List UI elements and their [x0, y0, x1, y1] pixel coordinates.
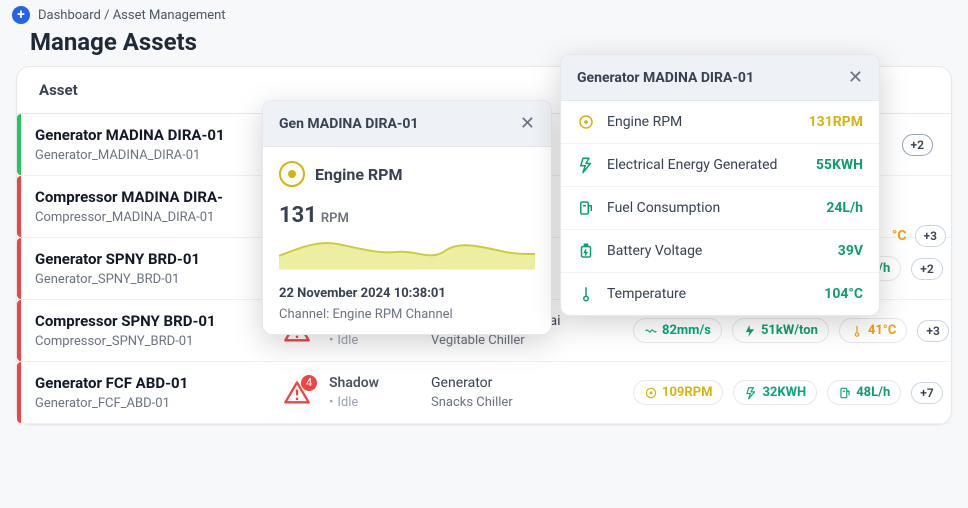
asset-code: Compressor_SPNY_BRD-01 [35, 334, 265, 349]
rpm-icon [577, 113, 595, 131]
asset-name-cell: Generator SPNY BRD-01 Generator_SPNY_BRD… [35, 250, 265, 287]
metric-pill[interactable]: 109RPM [633, 380, 723, 405]
detail-label: Fuel Consumption [607, 200, 814, 216]
energy-icon [744, 386, 758, 400]
detail-row: Battery Voltage 39V [561, 230, 879, 273]
plus-icon[interactable]: + [12, 6, 30, 24]
temp-icon [577, 285, 595, 303]
metrics-cell: +2 [902, 134, 933, 156]
asset-code: Compressor_MADINA_DIRA-01 [35, 210, 265, 225]
detail-value: 131RPM [809, 114, 863, 130]
row2-overflow: °C +3 [892, 225, 946, 247]
metrics-cell: 82mm/s 51kW/ton 41°C +3 [633, 318, 949, 343]
detail-value: 55KWH [816, 157, 863, 173]
more-badge[interactable]: +2 [911, 258, 942, 280]
metric-pill-value: 41°C [868, 323, 897, 338]
detail-label: Engine RPM [607, 114, 797, 130]
metric-pill[interactable]: 48L/h [827, 380, 901, 405]
asset-name-cell: Compressor MADINA DIRA- Compressor_MADIN… [35, 188, 265, 225]
table-row[interactable]: Generator FCF ABD-01 Generator_FCF_ABD-0… [17, 362, 951, 424]
breadcrumb-leaf[interactable]: Asset Management [113, 8, 226, 23]
asset-code: Generator_FCF_ABD-01 [35, 396, 265, 411]
popover-title: Gen MADINA DIRA-01 [279, 116, 418, 132]
metric-pill[interactable]: 32KWH [733, 380, 817, 405]
metric-pill[interactable]: 82mm/s [633, 318, 722, 343]
metric-popover: Gen MADINA DIRA-01 ✕ Engine RPM 131RPM 2… [262, 100, 552, 335]
topbar: + Dashboard / Asset Management [0, 0, 968, 26]
metric-value: 131RPM [279, 203, 535, 228]
asset-name: Generator MADINA DIRA-01 [35, 126, 265, 144]
shadow-state: Idle [329, 395, 419, 410]
detail-row: Engine RPM 131RPM [561, 101, 879, 144]
fuel-icon [577, 199, 595, 217]
asset-name: Compressor SPNY BRD-01 [35, 312, 265, 330]
detail-value: 39V [838, 243, 863, 259]
metric-pill-value: 109RPM [662, 385, 712, 400]
metric-pill-value: 82mm/s [662, 323, 711, 338]
alert-icon[interactable]: 4 [283, 379, 311, 407]
rpm-icon [644, 386, 658, 400]
shadow-cell: Shadow Idle [329, 375, 419, 410]
temp-fragment: °C [892, 228, 907, 244]
metric-channel: Channel: Engine RPM Channel [279, 307, 535, 322]
group-cell: Generator Snacks Chiller [431, 375, 621, 410]
shadow-state: Idle [329, 333, 419, 348]
metric-timestamp: 22 November 2024 10:38:01 [279, 286, 535, 301]
vib-icon [644, 324, 658, 338]
popover-header: Generator MADINA DIRA-01 ✕ [561, 55, 879, 101]
detail-value: 104°C [824, 286, 863, 302]
shadow-label: Shadow [329, 375, 419, 391]
alert-count: 4 [301, 375, 317, 391]
more-badge[interactable]: +3 [915, 225, 946, 247]
breadcrumb[interactable]: Dashboard / Asset Management [38, 8, 226, 23]
metric-pill-value: 48L/h [856, 385, 890, 400]
group-name: Generator [431, 375, 621, 391]
metric-label: Engine RPM [315, 165, 403, 184]
sparkline-chart [279, 228, 535, 270]
energy-icon [577, 156, 595, 174]
batt-icon [577, 242, 595, 260]
bolt-icon [743, 324, 757, 338]
asset-name-cell: Compressor SPNY BRD-01 Compressor_SPNY_B… [35, 312, 265, 349]
metric-header: Engine RPM [279, 161, 535, 187]
breadcrumb-root[interactable]: Dashboard [38, 8, 101, 23]
group-sub: Snacks Chiller [431, 395, 621, 410]
asset-code: Generator_MADINA_DIRA-01 [35, 148, 265, 163]
metric-pill-value: 32KWH [762, 385, 806, 400]
close-icon[interactable]: ✕ [520, 113, 535, 134]
metric-pill[interactable]: 51kW/ton [732, 318, 829, 343]
popover-title: Generator MADINA DIRA-01 [577, 70, 754, 86]
group-sub: Vegitable Chiller [431, 333, 621, 348]
detail-row: Temperature 104°C [561, 273, 879, 315]
asset-name: Generator SPNY BRD-01 [35, 250, 265, 268]
metrics-cell: 109RPM 32KWH 48L/h +7 [633, 380, 943, 405]
detail-label: Electrical Energy Generated [607, 157, 804, 173]
fuel-icon [838, 386, 852, 400]
metric-pill[interactable]: 41°C [839, 318, 908, 343]
asset-name: Generator FCF ABD-01 [35, 374, 265, 392]
detail-row: Fuel Consumption 24L/h [561, 187, 879, 230]
metric-pill-value: 51kW/ton [761, 323, 818, 338]
alert-cell: 4 [277, 379, 317, 407]
detail-row: Electrical Energy Generated 55KWH [561, 144, 879, 187]
rpm-icon [279, 161, 305, 187]
close-icon[interactable]: ✕ [848, 67, 863, 88]
temp-icon [850, 324, 864, 338]
detail-value: 24L/h [826, 200, 863, 216]
popover-header: Gen MADINA DIRA-01 ✕ [263, 101, 551, 147]
more-badge[interactable]: +3 [917, 320, 948, 342]
detail-label: Battery Voltage [607, 243, 826, 259]
more-badge[interactable]: +7 [911, 382, 942, 404]
asset-name: Compressor MADINA DIRA- [35, 188, 265, 206]
asset-name-cell: Generator MADINA DIRA-01 Generator_MADIN… [35, 126, 265, 163]
asset-code: Generator_SPNY_BRD-01 [35, 272, 265, 287]
asset-detail-popover: Generator MADINA DIRA-01 ✕ Engine RPM 13… [560, 54, 880, 316]
more-badge[interactable]: +2 [902, 134, 933, 156]
detail-label: Temperature [607, 286, 812, 302]
asset-name-cell: Generator FCF ABD-01 Generator_FCF_ABD-0… [35, 374, 265, 411]
